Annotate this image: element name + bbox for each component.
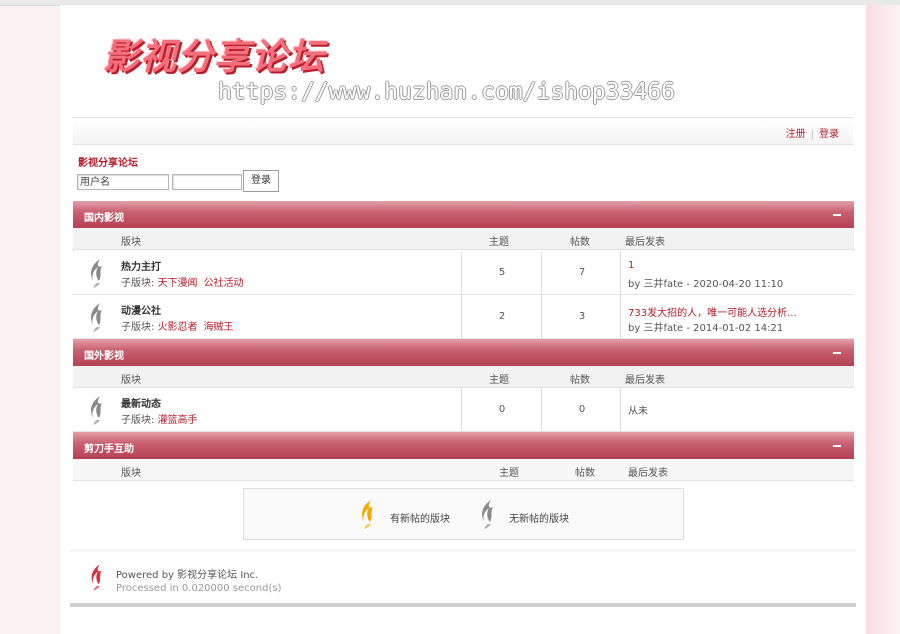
collapse-toggle-icon[interactable] xyxy=(833,445,841,447)
processed-time: Processed in 0.020000 second(s) xyxy=(116,583,282,594)
powered-by: Powered by 影视分享论坛 Inc. xyxy=(116,570,259,581)
post-count: 7 xyxy=(578,267,586,278)
side-gradient xyxy=(866,5,900,634)
col-forum: 版块 xyxy=(121,375,141,386)
col-threads: 主题 xyxy=(489,375,509,386)
col-threads: 主题 xyxy=(499,468,519,479)
cell-divider xyxy=(461,251,462,294)
col-forum: 版块 xyxy=(121,237,141,248)
legend-new-label: 有新帖的版块 xyxy=(390,514,450,525)
post-count: 3 xyxy=(578,311,586,322)
thread-count: 5 xyxy=(498,267,506,278)
flame-icon-new xyxy=(358,498,378,533)
user-links: 注册 | 登录 xyxy=(786,125,839,140)
subforums: 子版块: 灌篮高手 xyxy=(121,411,204,426)
table-header: 版块 主题 帖数 最后发表 xyxy=(73,228,854,250)
category-header[interactable]: 国外影视 xyxy=(73,339,854,366)
site-logo[interactable]: 影视分享论坛 xyxy=(103,37,325,79)
col-posts: 帖数 xyxy=(570,237,590,248)
footer: Powered by 影视分享论坛 Inc. Processed in 0.02… xyxy=(70,549,856,605)
table-header: 版块 主题 帖数 最后发表 xyxy=(73,459,854,481)
subforum-link[interactable]: 公社活动 xyxy=(204,278,244,289)
subforum-link[interactable]: 灌篮高手 xyxy=(158,415,198,426)
last-post-none: 从未 xyxy=(628,406,648,417)
last-post-author: by 三井fate - 2014-01-02 14:21 xyxy=(628,323,784,334)
forum-name[interactable]: 热力主打 xyxy=(121,258,161,273)
subforum-label: 子版块: xyxy=(121,278,155,289)
col-posts: 帖数 xyxy=(575,468,595,479)
flame-icon xyxy=(87,394,107,429)
subforum-label: 子版块: xyxy=(121,322,155,333)
cell-divider xyxy=(541,251,542,294)
watermark-text: https://www.huzhan.com/ishop33466 xyxy=(218,79,675,105)
register-link[interactable]: 注册 xyxy=(786,129,806,140)
subforum-link[interactable]: 天下漫闻 xyxy=(158,278,198,289)
login-button[interactable]: 登录 xyxy=(243,170,279,192)
col-last-post: 最后发表 xyxy=(625,375,665,386)
thread-count: 0 xyxy=(498,404,506,415)
category-name: 国内影视 xyxy=(84,213,124,224)
last-post-author: by 三井fate - 2020-04-20 11:10 xyxy=(628,279,784,290)
subforum-label: 子版块: xyxy=(121,415,155,426)
col-threads: 主题 xyxy=(489,237,509,248)
flame-icon xyxy=(87,301,107,336)
legend-none-label: 无新帖的版块 xyxy=(509,514,569,525)
username-input[interactable] xyxy=(77,174,169,190)
forum-row: 动漫公社 子版块: 火影忍者 海贼王 2 3 733发大招的人，唯一可能人选分析.… xyxy=(73,295,854,339)
subforums: 子版块: 火影忍者 海贼王 xyxy=(121,318,240,333)
subforums: 子版块: 天下漫闻 公社活动 xyxy=(121,274,250,289)
subforum-link[interactable]: 海贼王 xyxy=(204,322,234,333)
col-posts: 帖数 xyxy=(570,375,590,386)
collapse-toggle-icon[interactable] xyxy=(833,352,841,354)
forum-legend: 有新帖的版块 无新帖的版块 xyxy=(243,488,684,540)
category-name: 剪刀手互助 xyxy=(84,444,134,455)
forum-row: 热力主打 子版块: 天下漫闻 公社活动 5 7 1 by 三井fate - 202… xyxy=(73,251,854,295)
bottom-bar xyxy=(70,603,856,607)
forum-name[interactable]: 最新动态 xyxy=(121,395,161,410)
col-last-post: 最后发表 xyxy=(625,237,665,248)
category-header[interactable]: 国内影视 xyxy=(73,201,854,228)
cell-divider xyxy=(461,388,462,431)
thread-count: 2 xyxy=(498,311,506,322)
col-last-post: 最后发表 xyxy=(628,468,668,479)
flame-icon-footer xyxy=(88,562,106,595)
forum-row: 最新动态 子版块: 灌篮高手 0 0 从未 xyxy=(73,388,854,432)
breadcrumb[interactable]: 影视分享论坛 xyxy=(78,154,138,169)
flame-icon-none xyxy=(478,498,498,533)
post-count: 0 xyxy=(578,404,586,415)
subforum-link[interactable]: 火影忍者 xyxy=(158,322,198,333)
table-header: 版块 主题 帖数 最后发表 xyxy=(73,366,854,388)
cell-divider xyxy=(461,295,462,338)
password-input[interactable] xyxy=(172,174,242,190)
collapse-toggle-icon[interactable] xyxy=(833,214,841,216)
link-separator: | xyxy=(810,129,814,140)
flame-icon xyxy=(87,257,107,292)
login-link[interactable]: 登录 xyxy=(819,129,839,140)
cell-divider xyxy=(541,388,542,431)
forum-name[interactable]: 动漫公社 xyxy=(121,302,161,317)
user-bar: 注册 | 登录 xyxy=(73,117,853,145)
last-post-title[interactable]: 733发大招的人，唯一可能人选分析... xyxy=(628,304,797,319)
category-name: 国外影视 xyxy=(84,351,124,362)
last-post-title[interactable]: 1 xyxy=(628,260,634,271)
col-forum: 版块 xyxy=(121,468,141,479)
category-header[interactable]: 剪刀手互助 xyxy=(73,432,854,459)
cell-divider xyxy=(541,295,542,338)
